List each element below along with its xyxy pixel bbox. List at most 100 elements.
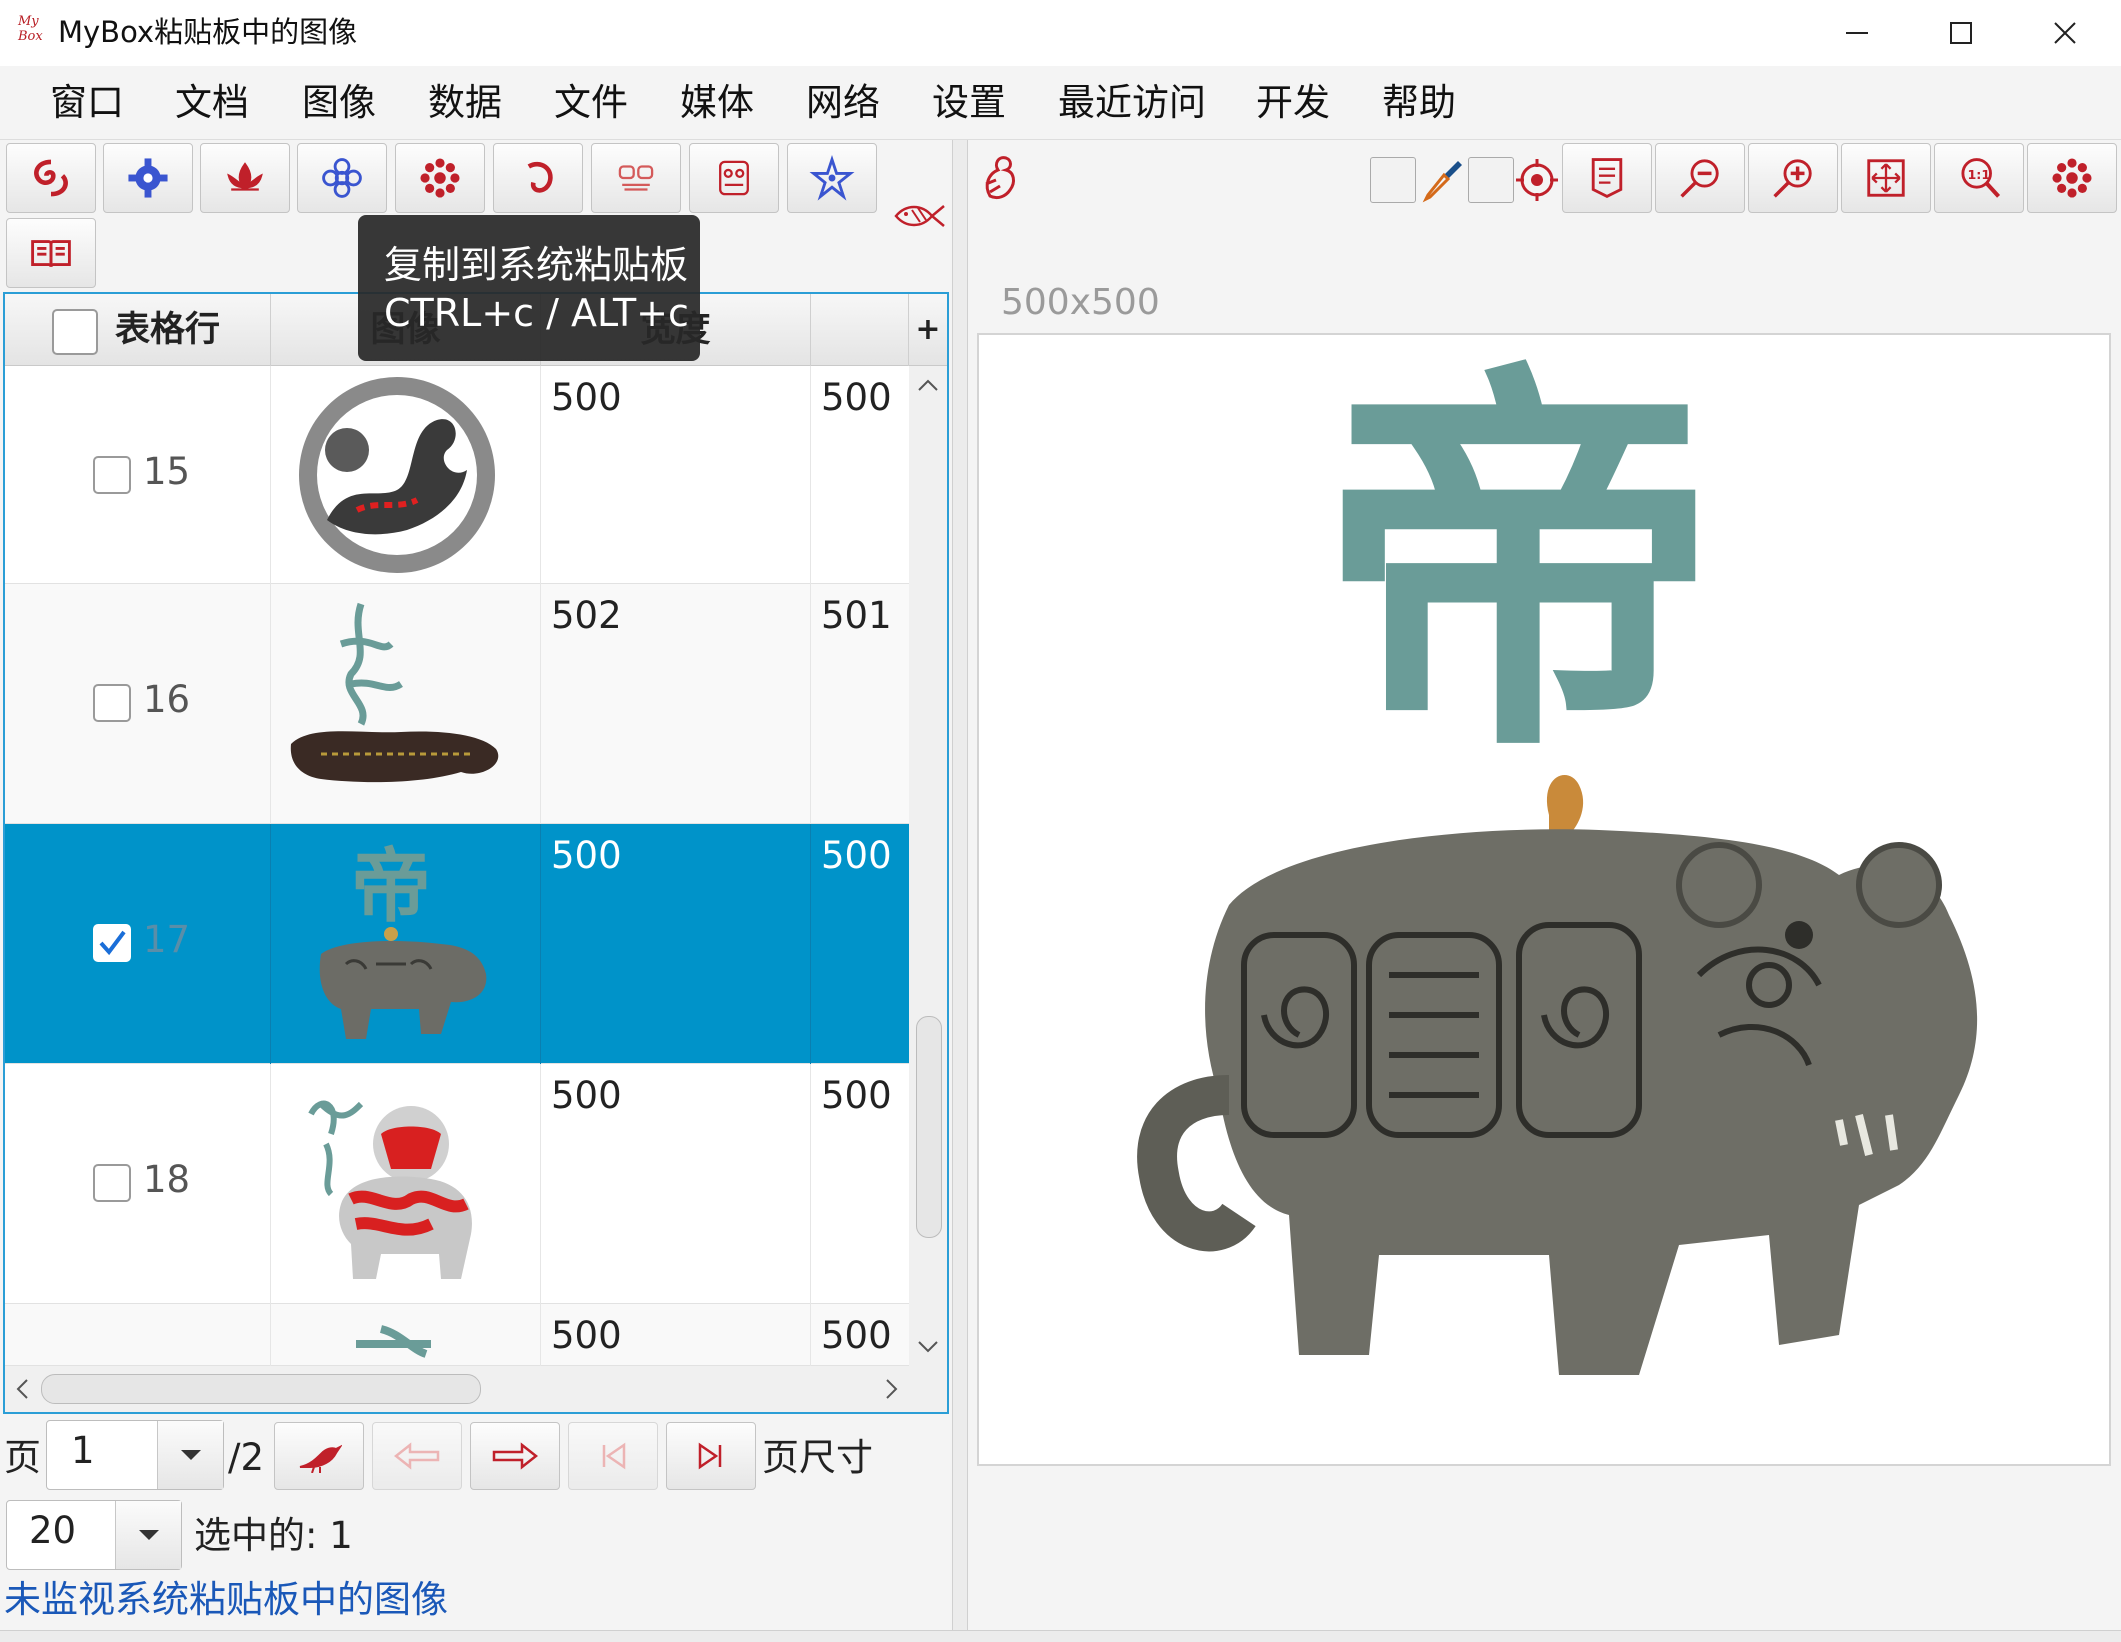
- fish-icon[interactable]: [892, 192, 948, 240]
- menu-settings[interactable]: 设置: [932, 66, 1006, 140]
- menu-data[interactable]: 数据: [428, 66, 502, 140]
- clipboard-monitor-link[interactable]: 未监视系统粘贴板中的图像: [4, 1572, 448, 1628]
- table-row[interactable]: 16 502 501: [5, 584, 909, 824]
- row-width: 500: [551, 376, 622, 419]
- row-checkbox-checked[interactable]: [93, 924, 131, 962]
- menu-window[interactable]: 窗口: [50, 66, 124, 140]
- row-width-cell: 500: [541, 824, 811, 1064]
- menu-recent[interactable]: 最近访问: [1058, 66, 1206, 140]
- menu-image[interactable]: 图像: [302, 66, 376, 140]
- status-bar: [0, 1630, 2121, 1642]
- color-swatch-2[interactable]: [1468, 157, 1514, 203]
- row-height-cell: 500: [811, 1304, 909, 1366]
- page-number-combo[interactable]: 1: [46, 1420, 224, 1490]
- chrysanthemum-icon: [420, 158, 460, 198]
- close-icon[interactable]: [2013, 0, 2117, 66]
- row-thumbnail-cell: [271, 1064, 541, 1304]
- target-icon[interactable]: [1516, 155, 1558, 205]
- table-row[interactable]: 18 500 500: [5, 1064, 909, 1304]
- row-checkbox[interactable]: [93, 1164, 131, 1202]
- column-header-height[interactable]: [811, 294, 909, 366]
- chevron-down-icon[interactable]: [115, 1501, 181, 1569]
- lotus-button[interactable]: [200, 143, 290, 213]
- vertical-scroll-thumb[interactable]: [916, 1016, 942, 1238]
- row-index-cell: 17: [5, 824, 271, 1064]
- row-checkbox[interactable]: [93, 684, 131, 722]
- row-thumbnail-cell: [271, 584, 541, 824]
- flower-icon: [322, 158, 362, 198]
- page-size-combo[interactable]: 20: [6, 1500, 182, 1570]
- phoenix-icon: [976, 150, 1026, 210]
- table-row[interactable]: 500 500: [5, 1304, 909, 1366]
- page-total: /2: [228, 1436, 265, 1479]
- fit-window-icon: [1867, 159, 1905, 197]
- page-number-value[interactable]: 1: [71, 1429, 95, 1472]
- totem-button[interactable]: [689, 143, 779, 213]
- row-thumbnail-cell: [271, 1304, 541, 1366]
- menu-help[interactable]: 帮助: [1382, 66, 1456, 140]
- menu-file[interactable]: 文件: [554, 66, 628, 140]
- table-row[interactable]: 15 500 500: [5, 366, 909, 584]
- row-checkbox[interactable]: [93, 456, 131, 494]
- menu-bar: 窗口 文档 图像 数据 文件 媒体 网络 设置 最近访问 开发 帮助: [0, 66, 2121, 140]
- scroll-left-icon[interactable]: [15, 1378, 29, 1400]
- settings-button[interactable]: [103, 143, 193, 213]
- add-column-button[interactable]: +: [909, 294, 947, 366]
- mask-button[interactable]: [591, 143, 681, 213]
- row-index-cell: [5, 1304, 271, 1366]
- row-index: 16: [143, 678, 191, 721]
- chrysanthemum-button[interactable]: [395, 143, 485, 213]
- minimize-icon[interactable]: [1805, 0, 1909, 66]
- flower-button[interactable]: [297, 143, 387, 213]
- select-all-checkbox[interactable]: [52, 309, 98, 355]
- bronze-tiger-sculpture: [1137, 775, 1978, 1375]
- thumbnail-partial: [356, 1325, 431, 1358]
- arrow-left-icon: [394, 1442, 440, 1470]
- document-button[interactable]: [1562, 143, 1652, 213]
- next-page-button[interactable]: [470, 1422, 560, 1490]
- eyedropper-icon[interactable]: [1422, 157, 1464, 203]
- menu-document[interactable]: 文档: [175, 66, 249, 140]
- first-page-button[interactable]: [568, 1422, 658, 1490]
- row-height: 500: [821, 834, 892, 877]
- column-header-row[interactable]: 表格行: [5, 294, 271, 366]
- split-divider[interactable]: [952, 140, 968, 1642]
- table-row-selected[interactable]: 17 帝 500 500: [5, 824, 909, 1064]
- thumbnail-teal-glyph-tiger: [290, 602, 499, 783]
- row-width-cell: 500: [541, 366, 811, 584]
- horizontal-scroll-thumb[interactable]: [41, 1374, 481, 1404]
- swirl-icon-button[interactable]: [6, 143, 96, 213]
- previous-page-button[interactable]: [372, 1422, 462, 1490]
- menu-flower-button[interactable]: [2027, 143, 2117, 213]
- book-button[interactable]: [6, 218, 96, 288]
- last-page-button[interactable]: [666, 1422, 756, 1490]
- row-width-cell: 502: [541, 584, 811, 824]
- row-height: 500: [821, 376, 892, 419]
- viewer-image: 帝: [979, 335, 2109, 1464]
- scroll-right-icon[interactable]: [885, 1378, 899, 1400]
- fit-window-button[interactable]: [1841, 143, 1931, 213]
- go-page-button[interactable]: [274, 1422, 364, 1490]
- thumbnail-red-tiger: [308, 1100, 472, 1279]
- table-vertical-scrollbar[interactable]: [909, 366, 947, 1366]
- curl-button[interactable]: [493, 143, 583, 213]
- zoom-out-button[interactable]: [1655, 143, 1745, 213]
- table-horizontal-scrollbar[interactable]: [5, 1366, 947, 1412]
- menu-media[interactable]: 媒体: [680, 66, 754, 140]
- selected-count: 选中的: 1: [194, 1514, 353, 1557]
- image-viewer-canvas[interactable]: 帝: [977, 333, 2111, 1466]
- scroll-down-icon[interactable]: [917, 1340, 939, 1354]
- menu-develop[interactable]: 开发: [1256, 66, 1330, 140]
- menu-network[interactable]: 网络: [806, 66, 880, 140]
- zoom-in-button[interactable]: [1748, 143, 1838, 213]
- row-index: 15: [143, 450, 191, 493]
- color-swatch-1[interactable]: [1370, 157, 1416, 203]
- actual-size-button[interactable]: 1:1: [1934, 143, 2024, 213]
- star-flower-button[interactable]: [787, 143, 877, 213]
- page-size-value[interactable]: 20: [29, 1509, 76, 1552]
- maximize-icon[interactable]: [1909, 0, 2013, 66]
- scroll-up-icon[interactable]: [917, 378, 939, 392]
- actual-size-icon: 1:1: [1961, 158, 2001, 198]
- chrysanthemum-icon: [2052, 158, 2092, 198]
- chevron-down-icon[interactable]: [157, 1421, 223, 1489]
